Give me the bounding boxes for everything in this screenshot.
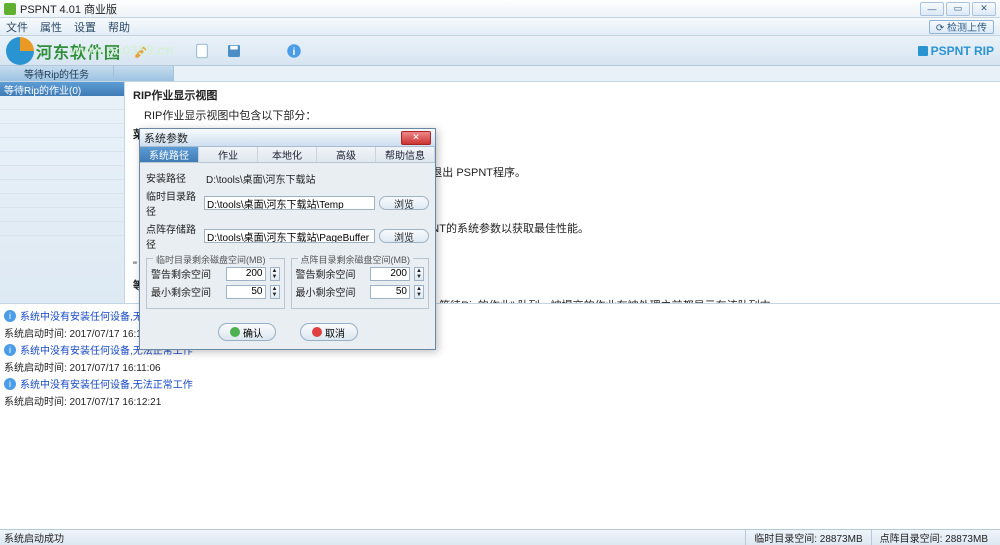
menu-properties[interactable]: 属性 xyxy=(40,19,62,35)
value-install-path: D:\tools\桌面\河东下载站 xyxy=(204,171,429,185)
sidebar-title: 等待Rip的作业(0) xyxy=(0,82,124,96)
menu-help[interactable]: 帮助 xyxy=(108,19,130,35)
input-buffer-path[interactable] xyxy=(204,229,375,243)
status-temp-space: 临时目录空间: 28873MB xyxy=(745,530,870,545)
dtab-local[interactable]: 本地化 xyxy=(258,147,317,162)
site-logo: 河东软件园 xyxy=(6,37,121,65)
group-buffer-space: 点阵目录剩余磁盘空间(MB) 警告剩余空间 ▲▼ 最小剩余空间 ▲▼ xyxy=(291,258,430,309)
new-doc-icon[interactable] xyxy=(191,40,213,62)
statusbar: 系统启动成功 临时目录空间: 28873MB 点阵目录空间: 28873MB xyxy=(0,529,1000,545)
dialog-tabs: 系统路径 作业 本地化 高级 帮助信息 xyxy=(140,147,435,163)
tab-bar: 等待Rip的任务 xyxy=(0,66,1000,82)
spinner[interactable]: ▲▼ xyxy=(270,285,280,299)
status-text: 系统启动成功 xyxy=(4,530,64,545)
input-temp-warn[interactable] xyxy=(226,267,266,281)
brand-label: PSPNT RIP xyxy=(918,44,994,58)
edit-icon[interactable] xyxy=(131,40,153,62)
label-buffer-path: 点阵存储路径 xyxy=(146,221,200,251)
group-temp-space: 临时目录剩余磁盘空间(MB) 警告剩余空间 ▲▼ 最小剩余空间 ▲▼ xyxy=(146,258,285,309)
input-buf-min[interactable] xyxy=(370,285,410,299)
spinner[interactable]: ▲▼ xyxy=(414,285,424,299)
close-button[interactable]: ✕ xyxy=(972,2,996,16)
label-install-path: 安装路径 xyxy=(146,170,200,185)
cancel-button[interactable]: 取消 xyxy=(300,323,358,341)
log-time: 系统启动时间: 2017/07/17 16:11:06 xyxy=(4,359,996,374)
info-badge-icon: i xyxy=(4,344,16,356)
browse-buffer-button[interactable]: 浏览 xyxy=(379,229,429,243)
menubar: 文件 属性 设置 帮助 ⟳ 检测上传 xyxy=(0,18,1000,36)
sidebar: 等待Rip的作业(0) xyxy=(0,82,125,303)
log-time: 系统启动时间: 2017/07/17 16:12:21 xyxy=(4,393,996,408)
tab-waiting-rip[interactable]: 等待Rip的任务 xyxy=(0,66,114,81)
input-temp-path[interactable] xyxy=(204,196,375,210)
spinner[interactable]: ▲▼ xyxy=(270,267,280,281)
dtab-advanced[interactable]: 高级 xyxy=(317,147,376,162)
window-title: PSPNT 4.01 商业版 xyxy=(20,1,920,17)
doc-p1: RIP作业显示视图中包含以下部分： xyxy=(133,108,992,126)
upload-button[interactable]: ⟳ 检测上传 xyxy=(929,20,994,34)
dialog-title: 系统参数 xyxy=(144,130,188,146)
browse-temp-button[interactable]: 浏览 xyxy=(379,196,429,210)
label-temp-path: 临时目录路径 xyxy=(146,188,200,218)
minimize-button[interactable]: — xyxy=(920,2,944,16)
check-icon xyxy=(230,327,240,337)
toolbar: 河东软件园 www.pc0359.cn i PSPNT RIP xyxy=(0,36,1000,66)
dialog-titlebar[interactable]: 系统参数 ✕ xyxy=(140,129,435,147)
tab-empty[interactable] xyxy=(114,66,174,81)
ok-button[interactable]: 确认 xyxy=(218,323,276,341)
menu-file[interactable]: 文件 xyxy=(6,19,28,35)
info-icon[interactable]: i xyxy=(283,40,305,62)
info-badge-icon: i xyxy=(4,310,16,322)
info-badge-icon: i xyxy=(4,378,16,390)
dtab-help[interactable]: 帮助信息 xyxy=(376,147,435,162)
menu-settings[interactable]: 设置 xyxy=(74,19,96,35)
svg-text:i: i xyxy=(293,45,296,57)
input-buf-warn[interactable] xyxy=(370,267,410,281)
spinner[interactable]: ▲▼ xyxy=(414,267,424,281)
app-icon xyxy=(4,3,16,15)
log-entry: i系统中没有安装任何设备,无法正常工作 xyxy=(4,376,996,391)
dtab-system-path[interactable]: 系统路径 xyxy=(140,147,199,162)
cancel-icon xyxy=(312,327,322,337)
system-params-dialog: 系统参数 ✕ 系统路径 作业 本地化 高级 帮助信息 安装路径 D:\tools… xyxy=(139,128,436,350)
save-icon[interactable] xyxy=(223,40,245,62)
maximize-button[interactable]: ▭ xyxy=(946,2,970,16)
dialog-close-button[interactable]: ✕ xyxy=(401,131,431,145)
input-temp-min[interactable] xyxy=(226,285,266,299)
status-buffer-space: 点阵目录空间: 28873MB xyxy=(871,530,996,545)
doc-heading-1: RIP作业显示视图 xyxy=(133,88,992,106)
window-titlebar: PSPNT 4.01 商业版 — ▭ ✕ xyxy=(0,0,1000,18)
dtab-job[interactable]: 作业 xyxy=(199,147,258,162)
